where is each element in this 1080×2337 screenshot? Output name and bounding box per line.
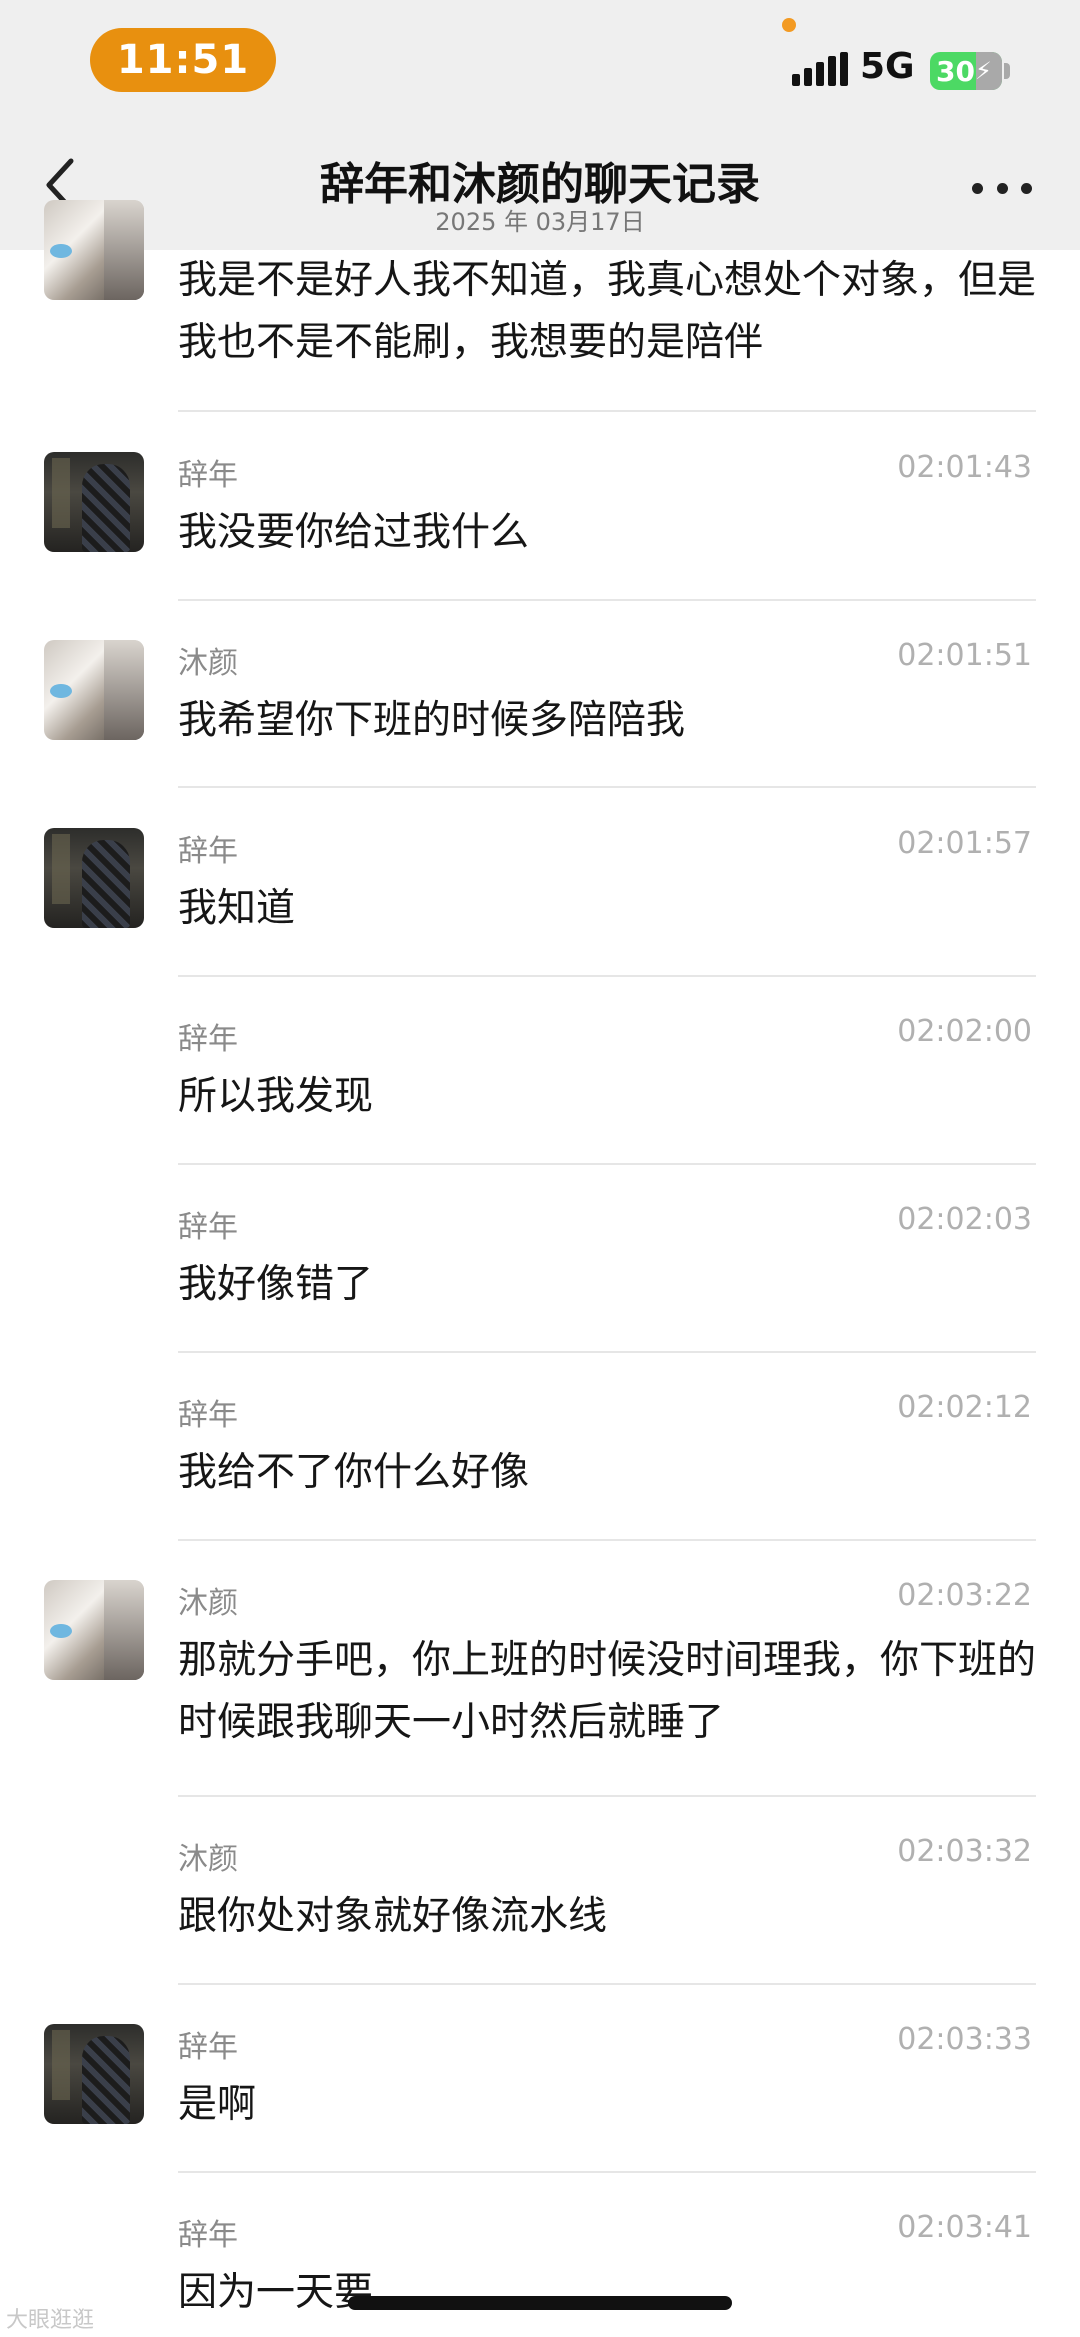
- message-text: 那就分手吧，你上班的时候没时间理我，你下班的时候跟我聊天一小时然后就睡了: [178, 1638, 1037, 1745]
- message-time: 02:01:43: [897, 450, 1032, 485]
- avatar[interactable]: [44, 2024, 144, 2124]
- sender-name: 沐颜: [178, 1586, 238, 1621]
- message-text: 是啊: [178, 2082, 257, 2127]
- avatar[interactable]: [44, 640, 144, 740]
- status-time: 11:51: [90, 28, 276, 92]
- divider: [178, 1351, 1036, 1353]
- privacy-indicator-dot: [782, 18, 796, 32]
- navigation-bar: 辞年和沐颜的聊天记录 2025 年 03月17日: [0, 130, 1080, 250]
- divider: [178, 599, 1036, 601]
- battery-level: 30: [936, 54, 975, 88]
- battery-icon: 30 ⚡: [930, 52, 1002, 90]
- message-time: 02:02:00: [897, 1014, 1032, 1049]
- sender-name: 辞年: [178, 1022, 238, 1057]
- sender-name: 沐颜: [178, 1842, 238, 1877]
- message-text: 因为一天要: [178, 2270, 374, 2315]
- divider: [178, 786, 1036, 788]
- signal-bars-icon: [792, 52, 848, 86]
- watermark: 大眼逛逛: [6, 2308, 95, 2333]
- page-date: 2025 年 03月17日: [435, 208, 645, 236]
- divider: [178, 1983, 1036, 1985]
- message-text: 所以我发现: [178, 1074, 374, 1119]
- sender-name: 辞年: [178, 2218, 238, 2253]
- message-time: 02:03:32: [897, 1834, 1032, 1869]
- avatar[interactable]: [44, 200, 144, 300]
- message-text: 我好像错了: [178, 1262, 374, 1307]
- avatar[interactable]: [44, 828, 144, 928]
- sender-name: 沐颜: [178, 646, 238, 681]
- status-bar: 11:51 5G 30 ⚡: [0, 0, 1080, 130]
- sender-name: 辞年: [178, 458, 238, 493]
- avatar[interactable]: [44, 452, 144, 552]
- message-time: 02:02:12: [897, 1390, 1032, 1425]
- message-text: 我希望你下班的时候多陪陪我: [178, 698, 686, 743]
- sender-name: 辞年: [178, 2030, 238, 2065]
- divider: [178, 1163, 1036, 1165]
- sender-name: 辞年: [178, 1210, 238, 1245]
- avatar[interactable]: [44, 1580, 144, 1680]
- divider: [178, 2171, 1036, 2173]
- message-text: 我没要你给过我什么: [178, 510, 530, 555]
- sender-name: 辞年: [178, 834, 238, 869]
- divider: [178, 1795, 1036, 1797]
- divider: [178, 1539, 1036, 1541]
- more-dots-icon: [972, 182, 983, 194]
- message-time: 02:01:51: [897, 638, 1032, 673]
- charging-bolt-icon: ⚡: [974, 57, 992, 85]
- message-text: 我知道: [178, 886, 296, 931]
- more-button[interactable]: [972, 178, 1032, 198]
- battery-nub: [1004, 63, 1010, 79]
- network-type: 5G: [860, 46, 915, 87]
- message-time: 02:01:57: [897, 826, 1032, 861]
- sender-name: 辞年: [178, 1398, 238, 1433]
- message-text: 我是不是好人我不知道，我真心想处个对象，但是我也不是不能刷，我想要的是陪伴: [178, 258, 1037, 365]
- message-time: 02:03:41: [897, 2210, 1032, 2245]
- message-time: 02:03:22: [897, 1578, 1032, 1613]
- message-time: 02:03:33: [897, 2022, 1032, 2057]
- home-indicator[interactable]: [348, 2296, 732, 2310]
- divider: [178, 975, 1036, 977]
- message-text: 我给不了你什么好像: [178, 1450, 530, 1495]
- message-time: 02:02:03: [897, 1202, 1032, 1237]
- divider: [178, 410, 1036, 412]
- message-text: 跟你处对象就好像流水线: [178, 1894, 608, 1939]
